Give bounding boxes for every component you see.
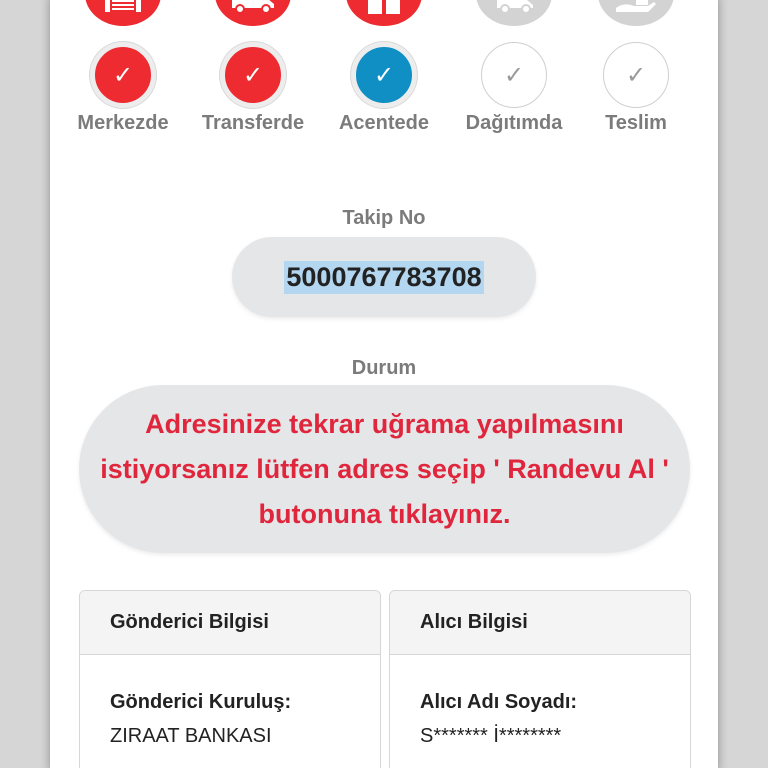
receiver-name-value: S******* İ******** <box>420 725 562 747</box>
shipment-progress-steps: ✓ Merkezde ✓ Transferde ✓ Acentede ✓ Dağ… <box>50 0 718 150</box>
page-shadow-left <box>40 0 50 768</box>
step-teslim: ✓ Teslim <box>571 0 701 150</box>
warehouse-icon <box>85 0 161 26</box>
tracking-label: Takip No <box>342 207 426 229</box>
step-label: Dağıtımda <box>465 112 563 134</box>
sender-organization-label: Gönderici Kuruluş: <box>110 691 292 713</box>
step-check-icon: ✓ <box>481 42 547 108</box>
tracking-number[interactable]: 5000767783708 <box>284 260 484 294</box>
step-label: Teslim <box>605 112 667 134</box>
step-dagitimda: ✓ Dağıtımda <box>449 0 579 150</box>
step-label: Transferde <box>201 112 305 134</box>
receiver-info-header: Alıcı Bilgisi <box>390 591 690 655</box>
sender-info-card: Gönderici Bilgisi Gönderici Kuruluş: ZIR… <box>79 590 381 768</box>
step-check-icon: ✓ <box>220 42 286 108</box>
truck-icon <box>215 0 291 26</box>
status-message: Adresinize tekrar uğrama yapılmasını ist… <box>100 408 669 529</box>
step-check-icon: ✓ <box>90 42 156 108</box>
step-merkezde: ✓ Merkezde <box>58 0 188 150</box>
step-label: Acentede <box>338 112 430 134</box>
sender-info-header: Gönderici Bilgisi <box>80 591 380 655</box>
tracking-number-box[interactable]: 5000767783708 <box>232 237 536 317</box>
step-acentede: ✓ Acentede <box>319 0 449 150</box>
step-label: Merkezde <box>77 112 169 134</box>
hand-package-icon <box>598 0 674 26</box>
sender-organization-value: ZIRAAT BANKASI <box>110 725 272 747</box>
status-label: Durum <box>351 357 417 379</box>
receiver-name-label: Alıcı Adı Soyadı: <box>420 691 578 713</box>
step-transferde: ✓ Transferde <box>188 0 318 150</box>
status-message-box: Adresinize tekrar uğrama yapılmasını ist… <box>79 385 690 553</box>
step-check-icon: ✓ <box>603 42 669 108</box>
receiver-info-card: Alıcı Bilgisi Alıcı Adı Soyadı: S*******… <box>389 590 691 768</box>
step-check-icon: ✓ <box>351 42 417 108</box>
shipment-tracking-page: ✓ Merkezde ✓ Transferde ✓ Acentede ✓ Dağ… <box>50 0 718 768</box>
page-shadow-right <box>718 0 728 768</box>
delivery-vehicle-icon <box>476 0 552 26</box>
package-icon <box>346 0 422 26</box>
